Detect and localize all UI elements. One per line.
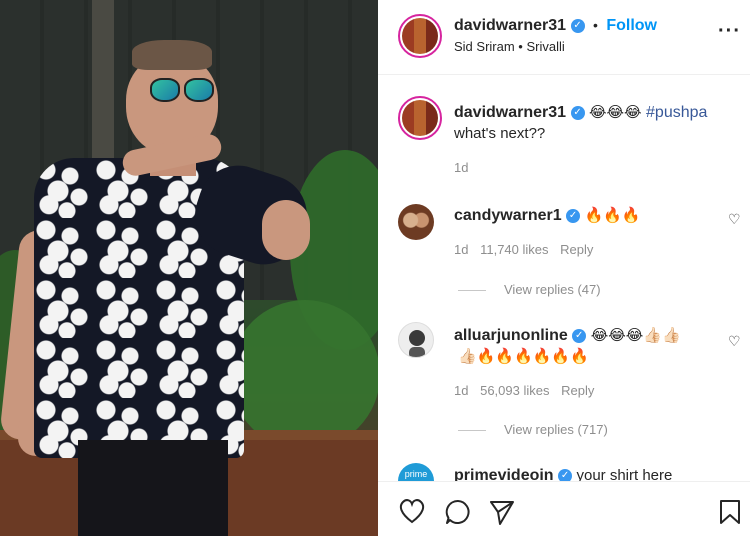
comment-text-line1: 😂😂😂👍🏻👍🏻 [590, 326, 681, 344]
comment-text: your shirt here [576, 467, 673, 481]
verified-badge-icon: ✓ [570, 105, 585, 120]
comment-meta: 1d 56,093 likes Reply [454, 383, 594, 398]
prime-logo: prime [404, 469, 428, 479]
view-replies-button[interactable]: View replies (47) [458, 282, 601, 297]
view-replies-label: View replies (47) [504, 282, 601, 297]
caption-time: 1d [454, 160, 469, 175]
comment-time: 1d [454, 242, 469, 257]
reply-button[interactable]: Reply [561, 383, 594, 398]
post-side-panel: davidwarner31 ✓ • Follow Sid Sriram • Sr… [378, 0, 750, 536]
header-separator: • [592, 17, 598, 33]
hashtag-link[interactable]: #pushpa [646, 104, 707, 121]
follow-button[interactable]: Follow [606, 17, 657, 34]
tree-trunk [92, 0, 114, 170]
caption-author-avatar[interactable] [398, 96, 442, 140]
caption-emojis: 😂😂😂 [588, 103, 642, 121]
person-right-hand [262, 200, 310, 260]
audio-track-link[interactable]: Sid Sriram • Srivalli [454, 39, 565, 54]
caption-row: davidwarner31 ✓ 😂😂😂 #pushpa [454, 103, 707, 122]
author-avatar[interactable] [398, 14, 442, 58]
view-replies-label: View replies (717) [504, 422, 608, 437]
commenter-avatar[interactable] [398, 322, 434, 358]
foliage [230, 300, 378, 450]
comment-time: 1d [454, 383, 469, 398]
comment-text-line2: 👍🏻🔥🔥🔥🔥🔥🔥 [458, 347, 589, 365]
actions-divider [378, 481, 750, 482]
caption-username[interactable]: davidwarner31 [454, 104, 566, 121]
person-pants [78, 440, 228, 536]
sunglasses [150, 78, 216, 104]
comment-likes[interactable]: 11,740 likes [480, 242, 548, 257]
commenter-avatar[interactable]: prime [398, 463, 434, 481]
comment-row: alluarjunonline ✓ 😂😂😂👍🏻👍🏻 [454, 326, 681, 345]
person-hair [132, 40, 212, 70]
comment-icon[interactable] [444, 498, 472, 531]
comment-text: 🔥🔥🔥 [584, 206, 641, 224]
comment-meta: 1d 11,740 likes Reply [454, 242, 593, 257]
comment-username[interactable]: primevideoin [454, 467, 554, 481]
comment-likes[interactable]: 56,093 likes [480, 383, 549, 398]
heart-icon[interactable] [398, 498, 426, 529]
heart-icon[interactable]: ♡ [728, 333, 741, 350]
reply-button[interactable]: Reply [560, 242, 593, 257]
view-replies-line [458, 290, 486, 292]
caption-text: what's next?? [454, 125, 546, 142]
header-user-row: davidwarner31 ✓ • Follow [454, 17, 657, 35]
header-divider [378, 74, 750, 75]
view-replies-line [458, 430, 486, 432]
commenter-avatar[interactable] [398, 204, 434, 240]
verified-badge-icon: ✓ [566, 208, 581, 223]
comment-row: candywarner1 ✓ 🔥🔥🔥 [454, 206, 641, 225]
comment-username[interactable]: alluarjunonline [454, 327, 568, 344]
post-video[interactable] [0, 0, 378, 536]
more-horizontal-icon[interactable]: ··· [718, 20, 741, 43]
send-icon[interactable] [488, 498, 516, 531]
verified-badge-icon: ✓ [572, 328, 587, 343]
comment-row: primevideoin ✓ your shirt here [454, 467, 672, 481]
verified-badge-icon: ✓ [570, 18, 585, 33]
comment-username[interactable]: candywarner1 [454, 207, 562, 224]
verified-badge-icon: ✓ [558, 468, 573, 481]
view-replies-button[interactable]: View replies (717) [458, 422, 608, 437]
bookmark-icon[interactable] [718, 498, 742, 531]
author-username[interactable]: davidwarner31 [454, 17, 566, 34]
comment-clip: prime primevideoin ✓ your shirt here [378, 455, 750, 481]
heart-icon[interactable]: ♡ [728, 211, 741, 228]
